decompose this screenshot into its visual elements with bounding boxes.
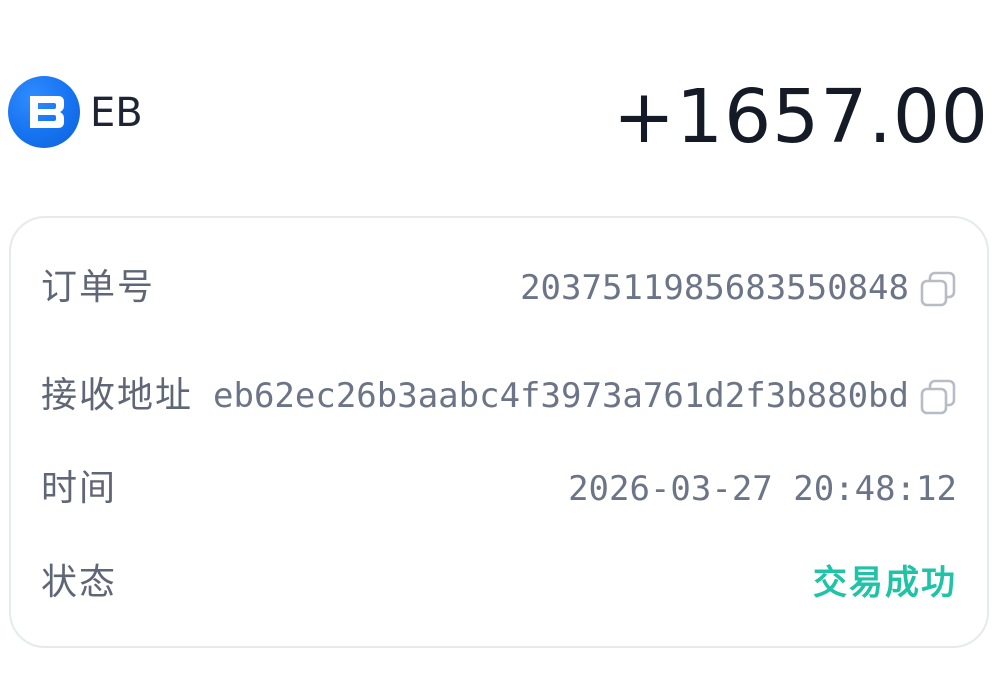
copy-icon[interactable] bbox=[919, 270, 957, 308]
order-number-value: 2037511985683550848 bbox=[520, 268, 909, 308]
transaction-details-card: 订单号 2037511985683550848 接收地址 eb62ec26b3a… bbox=[9, 216, 989, 648]
receive-address-label: 接收地址 bbox=[41, 375, 194, 416]
order-number-row: 订单号 2037511985683550848 bbox=[41, 263, 957, 313]
receive-address-value: eb62ec26b3aabc4f3973a761d2f3b880bd bbox=[213, 376, 909, 416]
copy-icon[interactable] bbox=[919, 378, 957, 416]
transaction-header: EB +1657.00 bbox=[0, 0, 1007, 200]
time-label: 时间 bbox=[41, 468, 118, 509]
time-row: 时间 2026-03-27 20:48:12 bbox=[41, 464, 957, 514]
status-row: 状态 交易成功 bbox=[41, 558, 957, 608]
order-number-label: 订单号 bbox=[41, 267, 156, 308]
time-value: 2026-03-27 20:48:12 bbox=[568, 469, 957, 509]
transaction-amount: +1657.00 bbox=[612, 74, 989, 160]
eb-coin-logo-icon bbox=[8, 76, 80, 148]
receive-address-row: 接收地址 eb62ec26b3aabc4f3973a761d2f3b880bd bbox=[41, 371, 957, 421]
coin-name: EB bbox=[90, 90, 143, 136]
status-value: 交易成功 bbox=[813, 563, 957, 603]
status-label: 状态 bbox=[41, 562, 118, 603]
